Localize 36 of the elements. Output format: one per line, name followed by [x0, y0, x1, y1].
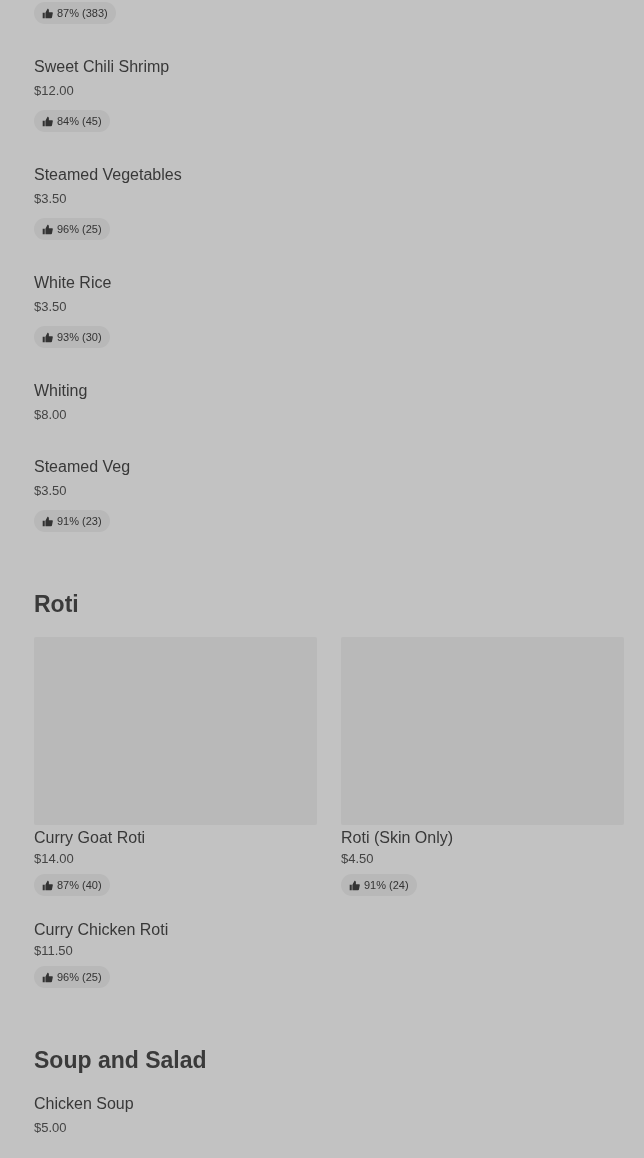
- rating-badge: 93% (30): [34, 326, 110, 348]
- rating-badge: 91% (24): [341, 874, 417, 896]
- dish-price: $3.50: [34, 190, 67, 208]
- dish-name[interactable]: Chicken Soup: [34, 1093, 134, 1115]
- dish-price: $14.00: [34, 850, 74, 868]
- rating-badge: 84% (45): [34, 110, 110, 132]
- rating-badge: 87% (383): [34, 2, 116, 24]
- dish-name[interactable]: Steamed Vegetables: [34, 164, 182, 186]
- dish-name[interactable]: White Rice: [34, 272, 112, 294]
- rating-badge: 96% (25): [34, 966, 110, 988]
- dish-price: $8.00: [34, 406, 67, 424]
- rating-badge: 91% (23): [34, 510, 110, 532]
- section-title: Roti: [34, 590, 79, 619]
- dish-price: $3.50: [34, 298, 67, 316]
- thumbs-up-icon: [42, 223, 53, 235]
- dish-price: $3.50: [34, 482, 67, 500]
- dish-name[interactable]: Curry Chicken Roti: [34, 919, 169, 941]
- rating-badge: 96% (25): [34, 218, 110, 240]
- rating-badge: 87% (40): [34, 874, 110, 896]
- dish-name[interactable]: Whiting: [34, 380, 88, 402]
- dish-name[interactable]: Sweet Chili Shrimp: [34, 56, 170, 78]
- thumbs-up-icon: [42, 971, 53, 983]
- dish-price: $5.00: [34, 1119, 67, 1137]
- dish-name[interactable]: Curry Goat Roti: [34, 827, 146, 849]
- thumbs-up-icon: [42, 879, 53, 891]
- dish-price: $11.50: [34, 942, 73, 960]
- thumbs-up-icon: [42, 515, 53, 527]
- thumbs-up-icon: [42, 7, 53, 19]
- thumbs-up-icon: [349, 879, 360, 891]
- dish-name[interactable]: Roti (Skin Only): [341, 827, 454, 849]
- dish-price: $4.50: [341, 850, 374, 868]
- section-title: Soup and Salad: [34, 1046, 207, 1075]
- thumbs-up-icon: [42, 331, 53, 343]
- dish-name[interactable]: Steamed Veg: [34, 456, 131, 478]
- dish-price: $12.00: [34, 82, 74, 100]
- thumbs-up-icon: [42, 115, 53, 127]
